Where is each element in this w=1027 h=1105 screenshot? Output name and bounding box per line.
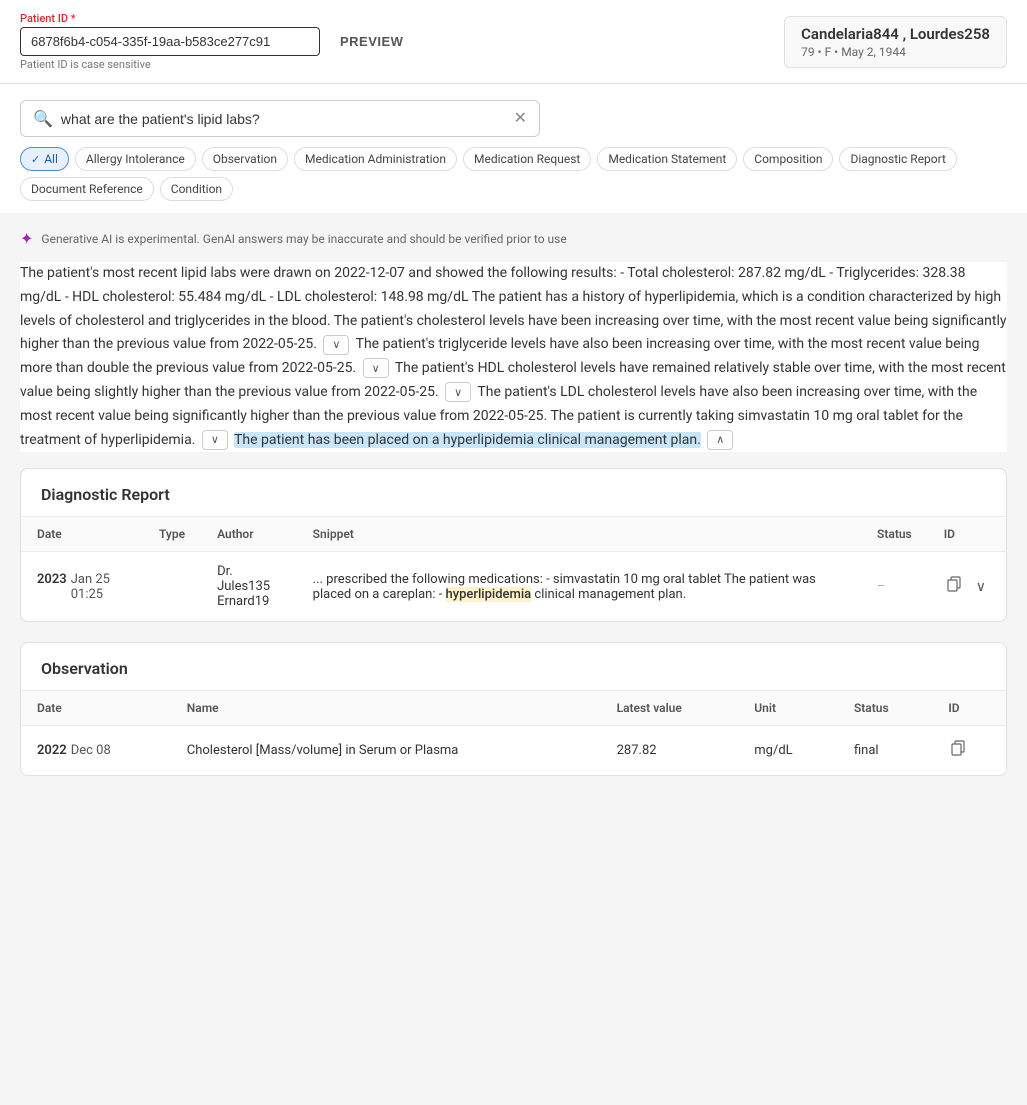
- observation-table: Date Name Latest value Unit Status ID 20…: [21, 691, 1006, 775]
- filter-chip-all[interactable]: ✓ All: [20, 147, 69, 171]
- filter-chip-med-admin[interactable]: Medication Administration: [294, 147, 457, 171]
- main-content: ✦ Generative AI is experimental. GenAI a…: [0, 213, 1027, 812]
- action-icons: ∨: [944, 574, 990, 599]
- obs-date-year: 2022: [37, 743, 67, 758]
- table-row: 2023 Jan 25 01:25 Dr. Jules135 Ernard19 …: [21, 552, 1006, 622]
- date-rest: Jan 25 01:25: [71, 572, 127, 602]
- patient-info-card: Candelaria844 , Lourdes258 79 • F • May …: [784, 16, 1007, 68]
- col-status: Status: [861, 517, 928, 552]
- preview-button[interactable]: PREVIEW: [340, 34, 403, 49]
- ai-text-block: The patient's most recent lipid labs wer…: [20, 262, 1007, 452]
- observation-section: Observation Date Name Latest value Unit …: [20, 642, 1007, 776]
- ai-sparkle-icon: ✦: [20, 229, 33, 248]
- snippet-highlight: hyperlipidemia: [446, 587, 532, 602]
- row-snippet: ... prescribed the following medications…: [297, 552, 861, 622]
- col-type: Type: [143, 517, 201, 552]
- filter-chip-med-request[interactable]: Medication Request: [463, 147, 591, 171]
- patient-details: 79 • F • May 2, 1944: [801, 45, 990, 59]
- obs-row-unit: mg/dL: [738, 726, 838, 776]
- obs-row-name: Cholesterol [Mass/volume] in Serum or Pl…: [171, 726, 601, 776]
- expand-row-button[interactable]: ∨: [972, 576, 990, 597]
- obs-row-value: 287.82: [601, 726, 739, 776]
- collapse-btn-1[interactable]: ∨: [323, 335, 349, 355]
- observation-title: Observation: [21, 643, 1006, 691]
- col-id: ID: [928, 517, 1006, 552]
- table-row: 2022 Dec 08 Cholesterol [Mass/volume] in…: [21, 726, 1006, 776]
- obs-row-actions: [932, 726, 1006, 776]
- col-date: Date: [21, 517, 143, 552]
- diagnostic-report-table: Date Type Author Snippet Status ID 2023 …: [21, 517, 1006, 621]
- filter-chip-med-statement[interactable]: Medication Statement: [597, 147, 737, 171]
- patient-id-hint: Patient ID is case sensitive: [20, 58, 320, 71]
- row-actions: ∨: [928, 552, 1006, 622]
- search-box: 🔍 ✕: [20, 100, 540, 137]
- obs-action-icons: [948, 738, 990, 763]
- search-input[interactable]: [61, 111, 506, 127]
- patient-name: Candelaria844 , Lourdes258: [801, 25, 990, 43]
- row-author: Dr. Jules135 Ernard19: [201, 552, 297, 622]
- collapse-btn-2[interactable]: ∨: [363, 358, 389, 378]
- collapse-btn-5[interactable]: ∧: [707, 430, 733, 450]
- row-type: [143, 552, 201, 622]
- obs-col-status: Status: [838, 691, 932, 726]
- col-author: Author: [201, 517, 297, 552]
- filter-chips: ✓ All Allergy Intolerance Observation Me…: [20, 137, 1007, 213]
- status-value: –: [877, 579, 886, 594]
- filter-chip-doc-ref[interactable]: Document Reference: [20, 177, 154, 201]
- filter-chip-diag-report[interactable]: Diagnostic Report: [839, 147, 956, 171]
- filter-chip-allergy[interactable]: Allergy Intolerance: [75, 147, 196, 171]
- obs-date-rest: Dec 08: [71, 743, 111, 758]
- patient-id-group: Patient ID * Patient ID is case sensitiv…: [20, 12, 320, 71]
- search-area: 🔍 ✕ ✓ All Allergy Intolerance Observatio…: [0, 84, 1027, 213]
- check-icon: ✓: [31, 153, 40, 166]
- obs-col-unit: Unit: [738, 691, 838, 726]
- obs-col-date: Date: [21, 691, 171, 726]
- ai-notice: ✦ Generative AI is experimental. GenAI a…: [20, 229, 1007, 248]
- collapse-btn-4[interactable]: ∨: [202, 430, 228, 450]
- snippet-post: clinical management plan.: [531, 587, 686, 602]
- obs-col-id: ID: [932, 691, 1006, 726]
- author-line2: Ernard19: [217, 594, 281, 609]
- patient-id-label: Patient ID *: [20, 12, 320, 25]
- obs-row-date: 2022 Dec 08: [21, 726, 171, 776]
- diagnostic-report-section: Diagnostic Report Date Type Author Snipp…: [20, 468, 1007, 622]
- obs-col-latest: Latest value: [601, 691, 739, 726]
- collapse-btn-3[interactable]: ∨: [445, 382, 471, 402]
- obs-copy-icon-button[interactable]: [948, 738, 968, 763]
- search-clear-button[interactable]: ✕: [514, 111, 527, 127]
- obs-row-status: final: [838, 726, 932, 776]
- filter-chip-observation[interactable]: Observation: [202, 147, 288, 171]
- filter-chip-composition[interactable]: Composition: [743, 147, 833, 171]
- top-bar: Patient ID * Patient ID is case sensitiv…: [0, 0, 1027, 84]
- obs-value-num: 287.82: [617, 743, 657, 758]
- diagnostic-report-title: Diagnostic Report: [21, 469, 1006, 517]
- filter-chip-condition[interactable]: Condition: [160, 177, 233, 201]
- row-date: 2023 Jan 25 01:25: [21, 552, 143, 622]
- search-icon: 🔍: [33, 109, 53, 128]
- row-status: –: [861, 552, 928, 622]
- patient-id-input[interactable]: [20, 27, 320, 56]
- copy-icon-button[interactable]: [944, 574, 964, 599]
- date-year: 2023: [37, 572, 67, 587]
- ai-text-part5-highlighted: The patient has been placed on a hyperli…: [234, 432, 701, 448]
- obs-col-name: Name: [171, 691, 601, 726]
- author-line1: Dr. Jules135: [217, 564, 281, 594]
- col-snippet: Snippet: [297, 517, 861, 552]
